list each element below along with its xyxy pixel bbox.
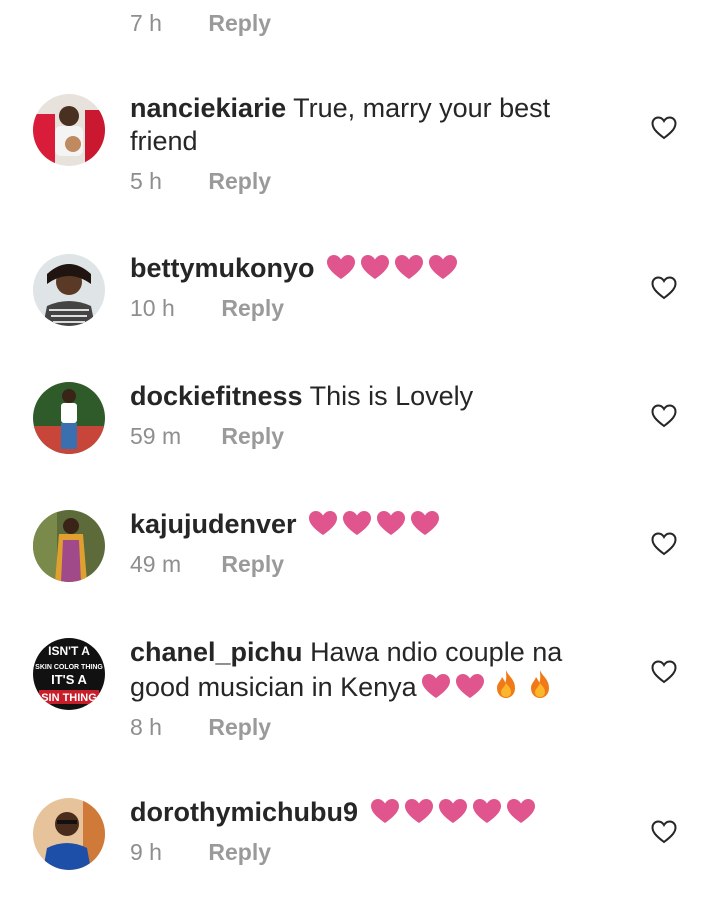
fire-icon	[496, 670, 515, 698]
comment-meta: 5 h Reply	[130, 168, 590, 195]
comment-text: kajujudenver	[130, 508, 590, 541]
heart-icon	[361, 255, 390, 279]
avatar[interactable]	[33, 510, 105, 582]
like-heart-icon[interactable]	[651, 276, 677, 300]
username-link[interactable]: dorothymichubu9	[130, 797, 358, 827]
heart-icon	[395, 255, 424, 279]
heart-emoji-group	[304, 509, 440, 539]
heart-icon	[411, 511, 440, 535]
username-link[interactable]: chanel_pichu	[130, 637, 303, 667]
avatar[interactable]	[33, 94, 105, 166]
emoji-group	[417, 670, 553, 702]
comment-text: dockiefitness This is Lovely	[130, 380, 590, 413]
comment-text: dorothymichubu9	[130, 796, 590, 829]
comment-body: Hawa ndio couple na	[310, 637, 563, 667]
comment-meta: 10 h Reply	[130, 295, 590, 322]
heart-icon	[506, 799, 535, 823]
avatar[interactable]: ISN'T A SKIN COLOR THING IT'S A SIN THIN…	[33, 638, 105, 710]
timestamp: 7 h	[130, 10, 162, 36]
like-heart-icon[interactable]	[651, 116, 677, 140]
heart-icon	[421, 674, 450, 698]
username-link[interactable]: kajujudenver	[130, 509, 297, 539]
heart-emoji-group	[322, 253, 458, 283]
comment-text: chanel_pichu Hawa ndio couple na good mu…	[130, 636, 590, 704]
comment-meta: 8 h Reply	[130, 714, 590, 741]
timestamp: 8 h	[130, 714, 162, 740]
timestamp: 10 h	[130, 295, 175, 321]
reply-button[interactable]: Reply	[221, 551, 284, 577]
reply-button[interactable]: Reply	[221, 295, 284, 321]
avatar-text-line1: ISN'T A	[48, 644, 90, 658]
avatar[interactable]	[33, 254, 105, 326]
heart-icon	[472, 799, 501, 823]
heart-icon	[309, 511, 338, 535]
heart-icon	[404, 799, 433, 823]
comment-body-continued: friend	[130, 126, 198, 156]
comment-meta: 59 m Reply	[130, 423, 590, 450]
fire-icon	[530, 670, 549, 698]
timestamp: 49 m	[130, 551, 182, 577]
heart-icon	[455, 674, 484, 698]
heart-icon	[343, 511, 372, 535]
username-link[interactable]: bettymukonyo	[130, 253, 315, 283]
like-heart-icon[interactable]	[651, 404, 677, 428]
comment-meta: 9 h Reply	[130, 839, 590, 866]
reply-button[interactable]: Reply	[221, 423, 284, 449]
heart-icon	[438, 799, 467, 823]
reply-button[interactable]: Reply	[208, 839, 271, 865]
heart-icon	[377, 511, 406, 535]
heart-icon	[370, 799, 399, 823]
like-heart-icon[interactable]	[651, 660, 677, 684]
heart-emoji-group	[366, 797, 536, 827]
timestamp: 9 h	[130, 839, 162, 865]
like-heart-icon[interactable]	[651, 532, 677, 556]
timestamp: 59 m	[130, 423, 182, 449]
comment-body-continued: good musician in Kenya	[130, 672, 417, 702]
avatar-text-line3: IT'S A	[51, 672, 87, 687]
like-heart-icon[interactable]	[651, 820, 677, 844]
comment-text: nanciekiarie True, marry your best frien…	[130, 92, 590, 158]
comment-body: True, marry your best	[293, 93, 551, 123]
comment-body: This is Lovely	[309, 381, 474, 411]
avatar-text-line2: SKIN COLOR THING	[35, 664, 103, 671]
avatar-text-line4: SIN THING	[41, 692, 97, 704]
comment-meta: 49 m Reply	[130, 551, 590, 578]
heart-icon	[327, 255, 356, 279]
comment-text: bettymukonyo	[130, 252, 590, 285]
username-link[interactable]: nanciekiarie	[130, 93, 286, 123]
username-link[interactable]: dockiefitness	[130, 381, 303, 411]
reply-button[interactable]: Reply	[208, 168, 271, 194]
heart-icon	[429, 255, 458, 279]
reply-button[interactable]: Reply	[208, 10, 271, 36]
timestamp: 5 h	[130, 168, 162, 194]
comment-meta-top: 7 h Reply	[130, 10, 271, 37]
avatar[interactable]	[33, 382, 105, 454]
avatar[interactable]	[33, 798, 105, 870]
reply-button[interactable]: Reply	[208, 714, 271, 740]
